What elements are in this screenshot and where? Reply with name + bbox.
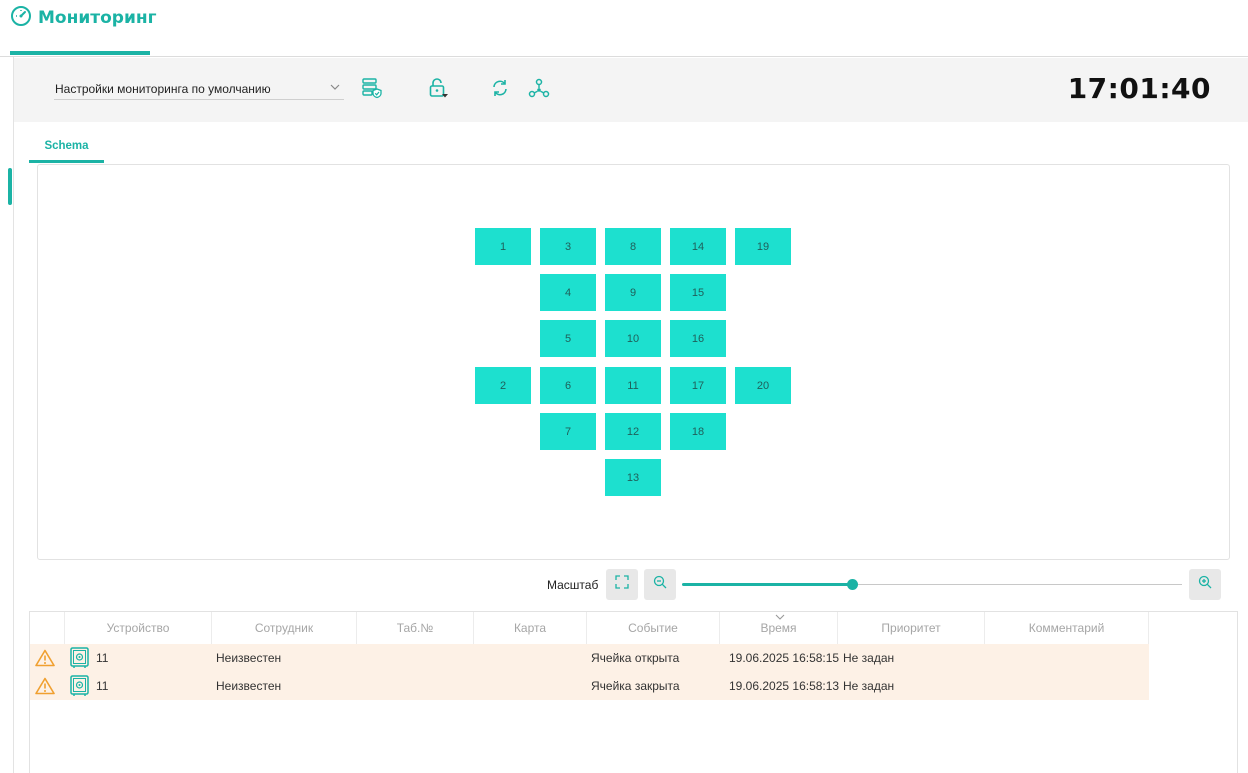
schema-cell[interactable]: 16 bbox=[670, 320, 726, 357]
lock-menu-button[interactable] bbox=[426, 77, 450, 104]
schema-cell[interactable]: 4 bbox=[540, 274, 596, 311]
schema-cell[interactable]: 3 bbox=[540, 228, 596, 265]
time-cell: 19.06.2025 16:58:13 bbox=[729, 679, 840, 693]
column-header-comment[interactable]: Комментарий bbox=[985, 612, 1149, 644]
column-header-employee[interactable]: Сотрудник bbox=[212, 612, 357, 644]
network-icon bbox=[528, 77, 550, 104]
active-section-indicator bbox=[10, 51, 150, 55]
schema-cell[interactable]: 2 bbox=[475, 367, 531, 404]
chevron-down-icon bbox=[330, 83, 340, 94]
device-cell: 11 bbox=[96, 679, 109, 693]
fit-to-screen-button[interactable] bbox=[606, 569, 638, 600]
safe-cell-icon bbox=[70, 672, 89, 700]
schema-cell[interactable]: 15 bbox=[670, 274, 726, 311]
zoom-out-button[interactable] bbox=[644, 569, 676, 600]
priority-cell: Не задан bbox=[843, 651, 895, 665]
scale-label: Масштаб bbox=[547, 578, 599, 592]
priority-cell: Не задан bbox=[843, 679, 895, 693]
schema-cell[interactable]: 17 bbox=[670, 367, 726, 404]
refresh-icon bbox=[490, 78, 510, 103]
app-title[interactable]: Мониторинг bbox=[10, 5, 157, 31]
zoom-slider[interactable] bbox=[682, 579, 1182, 590]
column-header-event[interactable]: Событие bbox=[587, 612, 720, 644]
column-header-priority[interactable]: Приоритет bbox=[838, 612, 985, 644]
sort-chevron-icon bbox=[775, 612, 785, 622]
schema-cell[interactable]: 10 bbox=[605, 320, 661, 357]
network-button[interactable] bbox=[527, 78, 551, 102]
table-row[interactable]: 11 Неизвестен Ячейка открыта 19.06.2025 … bbox=[30, 644, 1149, 672]
events-table: Устройство Сотрудник Таб.№ Карта Событие… bbox=[29, 611, 1238, 773]
table-header: Устройство Сотрудник Таб.№ Карта Событие… bbox=[30, 612, 1237, 644]
schema-cell[interactable]: 9 bbox=[605, 274, 661, 311]
device-cell: 11 bbox=[96, 651, 109, 665]
monitoring-settings-value: Настройки мониторинга по умолчанию bbox=[55, 81, 271, 96]
safe-cell-icon bbox=[70, 644, 89, 672]
schema-cell[interactable]: 14 bbox=[670, 228, 726, 265]
app-header: Мониторинг bbox=[0, 0, 1248, 57]
zoom-slider-fill bbox=[682, 583, 852, 586]
column-header-device[interactable]: Устройство bbox=[65, 612, 212, 644]
warning-icon bbox=[35, 672, 55, 700]
time-cell: 19.06.2025 16:58:15 bbox=[729, 651, 840, 665]
clock: 17:01:40 bbox=[1067, 72, 1211, 105]
schema-cell[interactable]: 1 bbox=[475, 228, 531, 265]
schema-cell[interactable]: 7 bbox=[540, 413, 596, 450]
schema-cell[interactable]: 13 bbox=[605, 459, 661, 496]
lock-dropdown-icon bbox=[427, 77, 449, 104]
toolbar: Настройки мониторинга по умолчанию 17:01… bbox=[14, 58, 1248, 122]
schema-cell[interactable]: 11 bbox=[605, 367, 661, 404]
schema-cell[interactable]: 6 bbox=[540, 367, 596, 404]
schema-canvas[interactable]: 1 3 8 14 19 4 9 15 5 10 16 2 6 11 17 20 … bbox=[37, 164, 1230, 560]
config-shield-icon bbox=[361, 77, 383, 104]
schema-cell[interactable]: 12 bbox=[605, 413, 661, 450]
column-header-card[interactable]: Карта bbox=[474, 612, 587, 644]
column-header-status bbox=[30, 612, 65, 644]
employee-cell: Неизвестен bbox=[216, 679, 282, 693]
zoom-slider-thumb[interactable] bbox=[847, 579, 858, 590]
event-cell: Ячейка открыта bbox=[591, 651, 680, 665]
sidebar-handle[interactable] bbox=[8, 168, 12, 205]
refresh-button[interactable] bbox=[488, 78, 512, 102]
schema-cell[interactable]: 19 bbox=[735, 228, 791, 265]
zoom-in-icon bbox=[1198, 575, 1212, 594]
page-title: Мониторинг bbox=[38, 8, 157, 28]
schema-cell[interactable]: 18 bbox=[670, 413, 726, 450]
warning-icon bbox=[35, 644, 55, 672]
table-row[interactable]: 11 Неизвестен Ячейка закрыта 19.06.2025 … bbox=[30, 672, 1149, 700]
schema-cell[interactable]: 8 bbox=[605, 228, 661, 265]
gauge-icon bbox=[10, 5, 32, 32]
expand-icon bbox=[615, 575, 629, 594]
column-header-tab-no[interactable]: Таб.№ bbox=[357, 612, 474, 644]
scale-controls: Масштаб bbox=[0, 568, 1248, 602]
employee-cell: Неизвестен bbox=[216, 651, 282, 665]
schema-cell[interactable]: 20 bbox=[735, 367, 791, 404]
config-shield-button[interactable] bbox=[360, 77, 384, 104]
left-divider bbox=[13, 57, 14, 773]
tab-schema[interactable]: Schema bbox=[29, 136, 104, 163]
event-cell: Ячейка закрыта bbox=[591, 679, 680, 693]
zoom-in-button[interactable] bbox=[1189, 569, 1221, 600]
schema-cell[interactable]: 5 bbox=[540, 320, 596, 357]
monitoring-settings-select[interactable]: Настройки мониторинга по умолчанию bbox=[54, 78, 344, 100]
zoom-out-icon bbox=[653, 575, 667, 594]
